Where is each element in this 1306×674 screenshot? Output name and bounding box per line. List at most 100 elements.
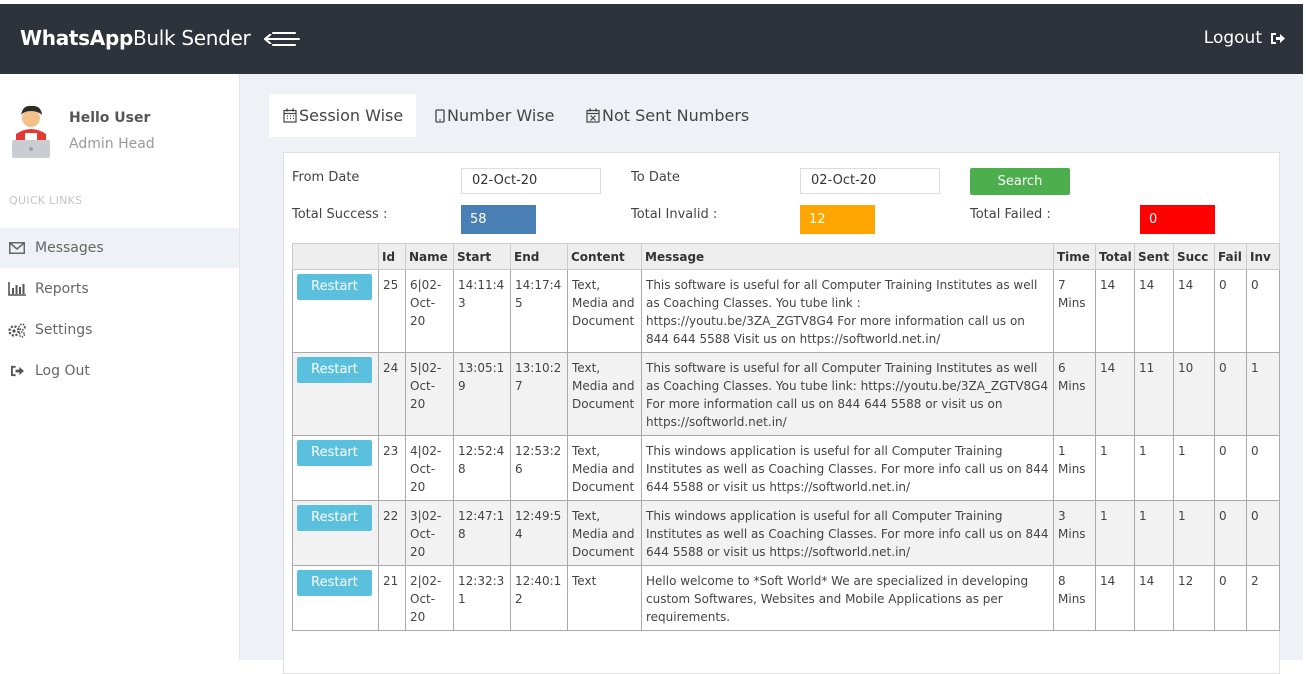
fail-cell: 0 [1214, 435, 1247, 501]
avatar [10, 104, 52, 160]
total-cell: 14 [1095, 565, 1135, 631]
restart-button[interactable]: Restart [297, 357, 372, 383]
end-cell: 12:40:12 [510, 565, 568, 631]
tab-label: Session Wise [299, 106, 404, 125]
to-date-input[interactable]: 02-Oct-20 [800, 168, 940, 194]
column-header [292, 243, 379, 270]
inv-cell: 0 [1246, 269, 1280, 353]
total-success-badge: 58 [461, 205, 536, 234]
time-cell: 3 Mins [1053, 500, 1096, 566]
start-cell: 13:05:19 [453, 352, 511, 436]
name-cell: 5|02-Oct-20 [405, 352, 454, 436]
message-cell: Hello welcome to *Soft World* We are spe… [641, 565, 1054, 631]
table-row: Restart 21 2|02-Oct-20 12:32:31 12:40:12… [292, 565, 1280, 631]
tab-number-wise[interactable]: Number Wise [435, 94, 554, 137]
column-header: Start [453, 243, 511, 270]
content-cell: Text, Media and Document [567, 269, 642, 353]
total-cell: 1 [1095, 500, 1135, 566]
total-invalid-label: Total Invalid : [631, 207, 718, 222]
envelope-icon [8, 242, 26, 254]
table-row: Restart 24 5|02-Oct-20 13:05:19 13:10:27… [292, 352, 1280, 436]
end-cell: 13:10:27 [510, 352, 568, 436]
sessions-table: Id Name Start End Content Message Time T… [292, 243, 1280, 631]
calendar-times-icon [586, 108, 600, 123]
name-cell: 4|02-Oct-20 [405, 435, 454, 501]
brand-rest: Bulk Sender [132, 26, 251, 50]
tab-not-sent-numbers[interactable]: Not Sent Numbers [586, 94, 749, 137]
content-cell: Text, Media and Document [567, 500, 642, 566]
total-failed-badge: 0 [1140, 205, 1215, 234]
id-cell: 21 [378, 565, 406, 631]
fail-cell: 0 [1214, 500, 1247, 566]
name-cell: 2|02-Oct-20 [405, 565, 454, 631]
start-cell: 12:52:48 [453, 435, 511, 501]
inv-cell: 1 [1246, 352, 1280, 436]
start-cell: 12:47:18 [453, 500, 511, 566]
column-header: Name [405, 243, 454, 270]
restart-button[interactable]: Restart [297, 505, 372, 531]
restart-button[interactable]: Restart [297, 570, 372, 596]
search-button[interactable]: Search [970, 168, 1070, 195]
fail-cell: 0 [1214, 565, 1247, 631]
action-cell: Restart [292, 269, 379, 353]
time-cell: 8 Mins [1053, 565, 1096, 631]
message-cell: This software is useful for all Computer… [641, 269, 1054, 353]
id-cell: 25 [378, 269, 406, 353]
sidebar-item-reports[interactable]: Reports [0, 269, 239, 309]
sent-cell: 14 [1134, 565, 1174, 631]
tab-session-wise[interactable]: Session Wise [269, 94, 416, 137]
id-cell: 23 [378, 435, 406, 501]
content-cell: Text, Media and Document [567, 435, 642, 501]
action-cell: Restart [292, 435, 379, 501]
sidebar-toggle-icon[interactable] [264, 31, 300, 47]
inv-cell: 2 [1246, 565, 1280, 631]
total-cell: 14 [1095, 269, 1135, 353]
session-panel: From Date 02-Oct-20 To Date 02-Oct-20 Se… [283, 152, 1280, 674]
sign-out-icon [1271, 32, 1285, 44]
succ-cell: 14 [1173, 269, 1215, 353]
id-cell: 24 [378, 352, 406, 436]
sidebar-item-label: Reports [35, 281, 89, 297]
content-cell: Text [567, 565, 642, 631]
id-cell: 22 [378, 500, 406, 566]
sidebar: Hello User Admin Head QUICK LINKS Messag… [0, 74, 240, 660]
sidebar-item-label: Messages [35, 240, 104, 256]
sent-cell: 11 [1134, 352, 1174, 436]
sidebar-item-messages[interactable]: Messages [0, 228, 239, 268]
column-header: Id [378, 243, 406, 270]
fail-cell: 0 [1214, 352, 1247, 436]
mobile-icon [435, 108, 445, 123]
time-cell: 6 Mins [1053, 352, 1096, 436]
total-cell: 14 [1095, 352, 1135, 436]
column-header: Succ [1173, 243, 1215, 270]
name-cell: 6|02-Oct-20 [405, 269, 454, 353]
sidebar-item-label: Log Out [35, 363, 90, 379]
succ-cell: 10 [1173, 352, 1215, 436]
sidebar-item-settings[interactable]: Settings [0, 310, 239, 350]
start-cell: 12:32:31 [453, 565, 511, 631]
column-header: Inv [1246, 243, 1280, 270]
restart-button[interactable]: Restart [297, 274, 372, 300]
end-cell: 12:49:54 [510, 500, 568, 566]
app-brand[interactable]: WhatsAppBulk Sender [20, 26, 251, 50]
top-navbar: WhatsAppBulk Sender Logout [0, 4, 1303, 74]
column-header: End [510, 243, 568, 270]
restart-button[interactable]: Restart [297, 440, 372, 466]
from-date-input[interactable]: 02-Oct-20 [461, 168, 601, 194]
sign-out-icon [8, 365, 26, 377]
sidebar-item-logout[interactable]: Log Out [0, 351, 239, 391]
total-success-label: Total Success : [292, 207, 388, 222]
total-invalid-badge: 12 [800, 205, 875, 234]
fail-cell: 0 [1214, 269, 1247, 353]
inv-cell: 0 [1246, 500, 1280, 566]
action-cell: Restart [292, 565, 379, 631]
action-cell: Restart [292, 500, 379, 566]
sent-cell: 14 [1134, 269, 1174, 353]
sidebar-item-label: Settings [35, 322, 93, 338]
user-role: Admin Head [69, 136, 155, 152]
succ-cell: 12 [1173, 565, 1215, 631]
succ-cell: 1 [1173, 500, 1215, 566]
end-cell: 14:17:45 [510, 269, 568, 353]
logout-link[interactable]: Logout [1204, 28, 1285, 48]
to-date-label: To Date [631, 170, 680, 185]
